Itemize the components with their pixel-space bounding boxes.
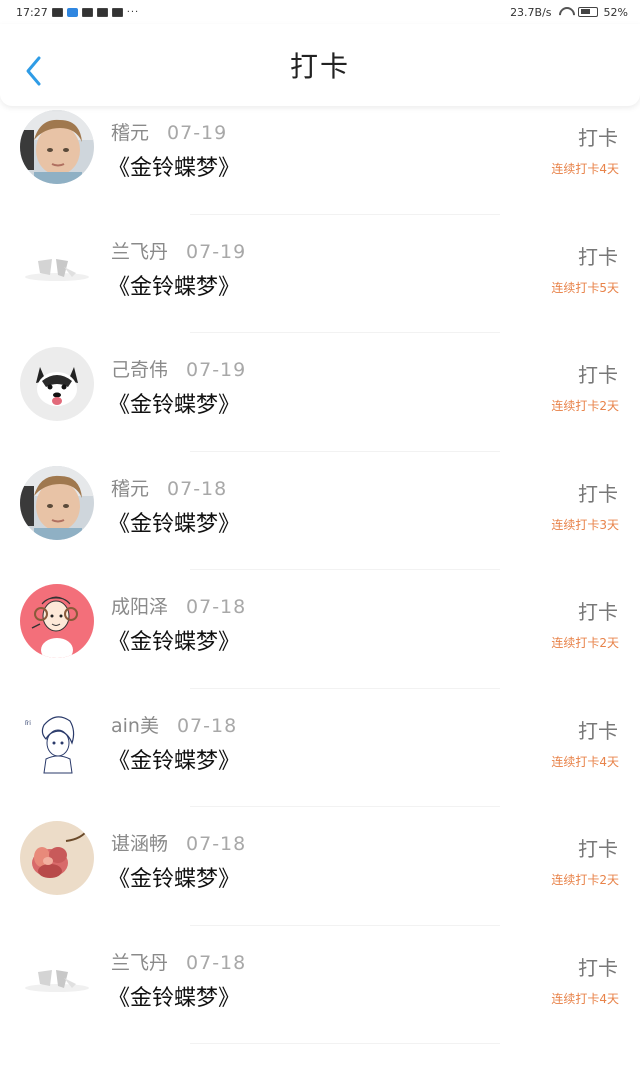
row-meta: 稽元 07-19 [111, 118, 227, 145]
checkin-button[interactable]: 打卡 [578, 952, 618, 981]
avatar[interactable] [20, 465, 94, 540]
row-meta: 己奇伟 07-19 [111, 355, 246, 382]
checkin-date: 07-18 [186, 951, 247, 974]
header: 打卡 [0, 24, 640, 106]
notification-icon [51, 7, 63, 17]
user-name[interactable]: ain美 [111, 711, 159, 738]
status-time: 17:27 [16, 5, 48, 19]
avatar[interactable] [20, 347, 94, 421]
divider [190, 1043, 500, 1044]
more-notifications-icon: ··· [126, 6, 140, 18]
checkin-row[interactable]: 谌涵畅 07-18 《金铃蝶梦》 打卡连续打卡2天 [0, 807, 640, 926]
wifi-icon [558, 7, 572, 17]
user-name[interactable]: 稽元 [111, 474, 149, 501]
checkin-date: 07-19 [186, 240, 247, 263]
row-meta: 兰飞丹 07-19 [111, 237, 246, 264]
back-button[interactable] [22, 52, 48, 90]
row-meta: ain美 07-18 [111, 711, 237, 738]
status-right: 23.7B/s 52% [510, 6, 628, 19]
notification-icon [111, 7, 123, 17]
network-speed: 23.7B/s [510, 5, 552, 19]
user-name[interactable]: 稽元 [111, 118, 149, 145]
book-title[interactable]: 《金铃蝶梦》 [108, 387, 240, 419]
user-name[interactable]: 谌涵畅 [111, 829, 168, 856]
checkin-list: 稽元 07-19 《金铃蝶梦》 打卡 连续打卡4天 兰飞丹 07-19 《金铃蝶梦》 打卡 连续打… [0, 96, 640, 1044]
row-meta: 成阳泽 07-18 [111, 592, 246, 619]
status-left: 17:27 ··· [16, 6, 139, 19]
avatar[interactable] [20, 110, 94, 184]
checkin-row[interactable]: 成阳泽 07-18 《金铃蝶梦》 打卡连续打卡2天 [0, 570, 640, 689]
streak-label: 连续打卡4天 [551, 754, 619, 769]
avatar[interactable] [20, 228, 94, 303]
avatar[interactable] [20, 821, 94, 895]
checkin-date: 07-18 [186, 833, 247, 855]
checkin-row[interactable]: 兰飞丹 07-19 《金铃蝶梦》 打卡连续打卡5天 [0, 215, 640, 333]
streak-label: 连续打卡3天 [551, 517, 619, 532]
checkin-date: 07-18 [186, 596, 247, 618]
avatar[interactable] [20, 939, 94, 1014]
book-title[interactable]: 《金铃蝶梦》 [108, 269, 240, 301]
row-meta: 稽元 07-18 [111, 474, 227, 501]
checkin-button[interactable]: 打卡 [578, 359, 618, 388]
user-name[interactable]: 兰飞丹 [111, 948, 168, 975]
page-title: 打卡 [289, 50, 350, 83]
user-name[interactable]: 成阳泽 [111, 592, 168, 619]
streak-label: 连续打卡2天 [551, 636, 619, 650]
book-title[interactable]: 《金铃蝶梦》 [108, 150, 240, 182]
book-title[interactable]: 《金铃蝶梦》 [108, 861, 240, 893]
row-meta: 谌涵畅 07-18 [111, 829, 246, 856]
checkin-row[interactable]: 稽元 07-18 《金铃蝶梦》 打卡连续打卡3天 [0, 452, 640, 570]
checkin-row[interactable]: 稽元 07-19 《金铃蝶梦》 打卡连续打卡4天 [0, 96, 640, 215]
streak-label: 连续打卡2天 [551, 399, 619, 413]
book-title[interactable]: 《金铃蝶梦》 [108, 743, 240, 775]
streak-label: 连续打卡5天 [551, 280, 619, 295]
checkin-button[interactable]: 打卡 [578, 833, 618, 862]
avatar[interactable]: Tri [20, 702, 94, 777]
checkin-button[interactable]: 打卡 [578, 478, 618, 507]
app-notification-icon [66, 7, 78, 17]
checkin-row[interactable]: Tri ain美 07-18 《金铃蝶梦》 打卡连续打卡4天 [0, 689, 640, 807]
row-meta: 兰飞丹 07-18 [111, 948, 246, 975]
checkin-button[interactable]: 打卡 [578, 241, 618, 270]
streak-label: 连续打卡4天 [551, 162, 619, 176]
checkin-date: 07-19 [186, 359, 247, 381]
checkin-button[interactable]: 打卡 [578, 715, 618, 744]
avatar[interactable] [20, 584, 94, 658]
user-name[interactable]: 己奇伟 [111, 355, 168, 382]
checkin-row[interactable]: 己奇伟 07-19 《金铃蝶梦》 打卡连续打卡2天 [0, 333, 640, 452]
checkin-date: 07-19 [167, 122, 228, 144]
notification-icon [81, 7, 93, 17]
checkin-date: 07-18 [176, 714, 238, 737]
checkin-button[interactable]: 打卡 [578, 596, 618, 625]
battery-level: 52% [603, 5, 628, 19]
checkin-row[interactable]: 兰飞丹 07-18 《金铃蝶梦》 打卡连续打卡4天 [0, 926, 640, 1044]
checkin-date: 07-18 [167, 477, 228, 500]
checkin-button[interactable]: 打卡 [578, 122, 618, 151]
status-bar: 17:27 ··· 23.7B/s 52% [0, 0, 640, 24]
battery-icon [577, 7, 598, 17]
streak-label: 连续打卡4天 [551, 991, 619, 1006]
book-title[interactable]: 《金铃蝶梦》 [108, 624, 240, 656]
book-title[interactable]: 《金铃蝶梦》 [108, 506, 240, 538]
chevron-left-icon [26, 56, 41, 86]
book-title[interactable]: 《金铃蝶梦》 [108, 980, 240, 1012]
streak-label: 连续打卡2天 [551, 873, 619, 887]
svg-text:Tri: Tri [23, 720, 31, 727]
user-name[interactable]: 兰飞丹 [111, 237, 168, 264]
notification-icon [96, 7, 108, 17]
